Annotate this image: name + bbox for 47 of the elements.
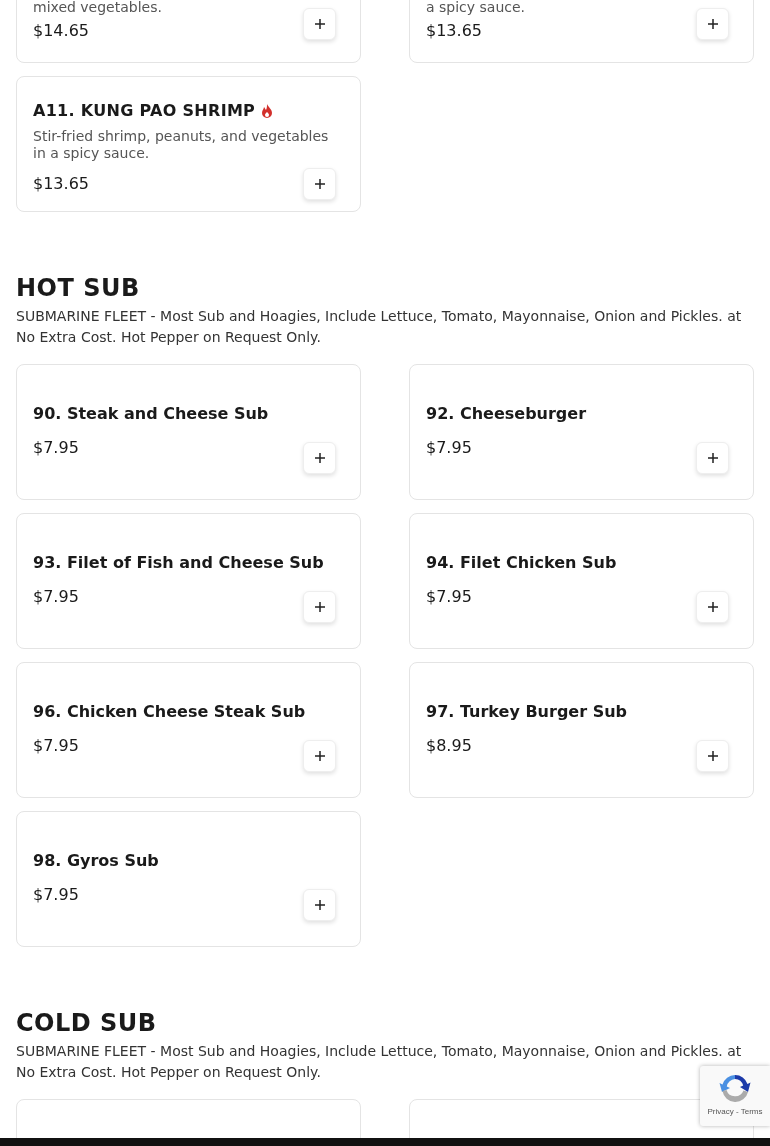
item-name: 92. Cheeseburger (426, 402, 588, 425)
item-name: 93. Filet of Fish and Cheese Sub (33, 551, 325, 574)
add-button[interactable] (303, 888, 336, 921)
item-price: $8.95 (426, 734, 472, 757)
item-price: $7.95 (33, 585, 79, 608)
item-name: 96. Chicken Cheese Steak Sub (33, 700, 307, 723)
plus-icon (706, 451, 719, 464)
item-price: $7.95 (33, 436, 79, 459)
item-description: mixed vegetables. (33, 0, 163, 14)
add-button[interactable] (696, 590, 729, 623)
item-price: $7.95 (426, 436, 472, 459)
item-name: A11. KUNG PAO SHRIMP (33, 100, 256, 122)
add-button[interactable] (303, 8, 336, 40)
item-name: 94. Filet Chicken Sub (426, 551, 618, 574)
item-price: $7.95 (33, 883, 79, 906)
section-title: COLD SUB (16, 1008, 158, 1038)
item-name: 90. Steak and Cheese Sub (33, 402, 270, 425)
section-description: SUBMARINE FLEET - Most Sub and Hoagies, Include Lettuce, Tomato, Mayonnaise, Onion and Pickles. at No Extra Cost. Hot Pepper on Request Only. (16, 307, 743, 347)
item-price: $13.65 (426, 20, 482, 42)
add-button[interactable] (303, 739, 336, 772)
plus-icon (313, 898, 326, 911)
plus-icon (706, 600, 719, 613)
item-price: $13.65 (33, 173, 89, 195)
add-button[interactable] (696, 8, 729, 40)
section-description: SUBMARINE FLEET - Most Sub and Hoagies, Include Lettuce, Tomato, Mayonnaise, Onion and Pickles. at No Extra Cost. Hot Pepper on Request Only. (16, 1042, 743, 1082)
plus-icon (313, 178, 326, 190)
item-description: Stir-fried shrimp, peanuts, and vegetables in a spicy sauce. (33, 128, 330, 162)
add-button[interactable] (303, 168, 336, 200)
item-name: 97. Turkey Burger Sub (426, 700, 629, 723)
item-price: $7.95 (33, 734, 79, 757)
add-button[interactable] (696, 739, 729, 772)
plus-icon (313, 600, 326, 613)
item-name: 98. Gyros Sub (33, 849, 160, 872)
add-button[interactable] (696, 441, 729, 474)
plus-icon (313, 749, 326, 762)
add-button[interactable] (303, 590, 336, 623)
item-price: $7.95 (426, 585, 472, 608)
privacy-terms-link[interactable]: Privacy - Terms (707, 1107, 763, 1116)
add-button[interactable] (303, 441, 336, 474)
recaptcha-icon (719, 1072, 751, 1104)
plus-icon (706, 749, 719, 762)
section-title: HOT SUB (16, 273, 141, 303)
plus-icon (706, 18, 719, 30)
plus-icon (313, 451, 326, 464)
item-price: $14.65 (33, 20, 89, 42)
item-description: a spicy sauce. (426, 0, 527, 14)
plus-icon (313, 18, 326, 30)
